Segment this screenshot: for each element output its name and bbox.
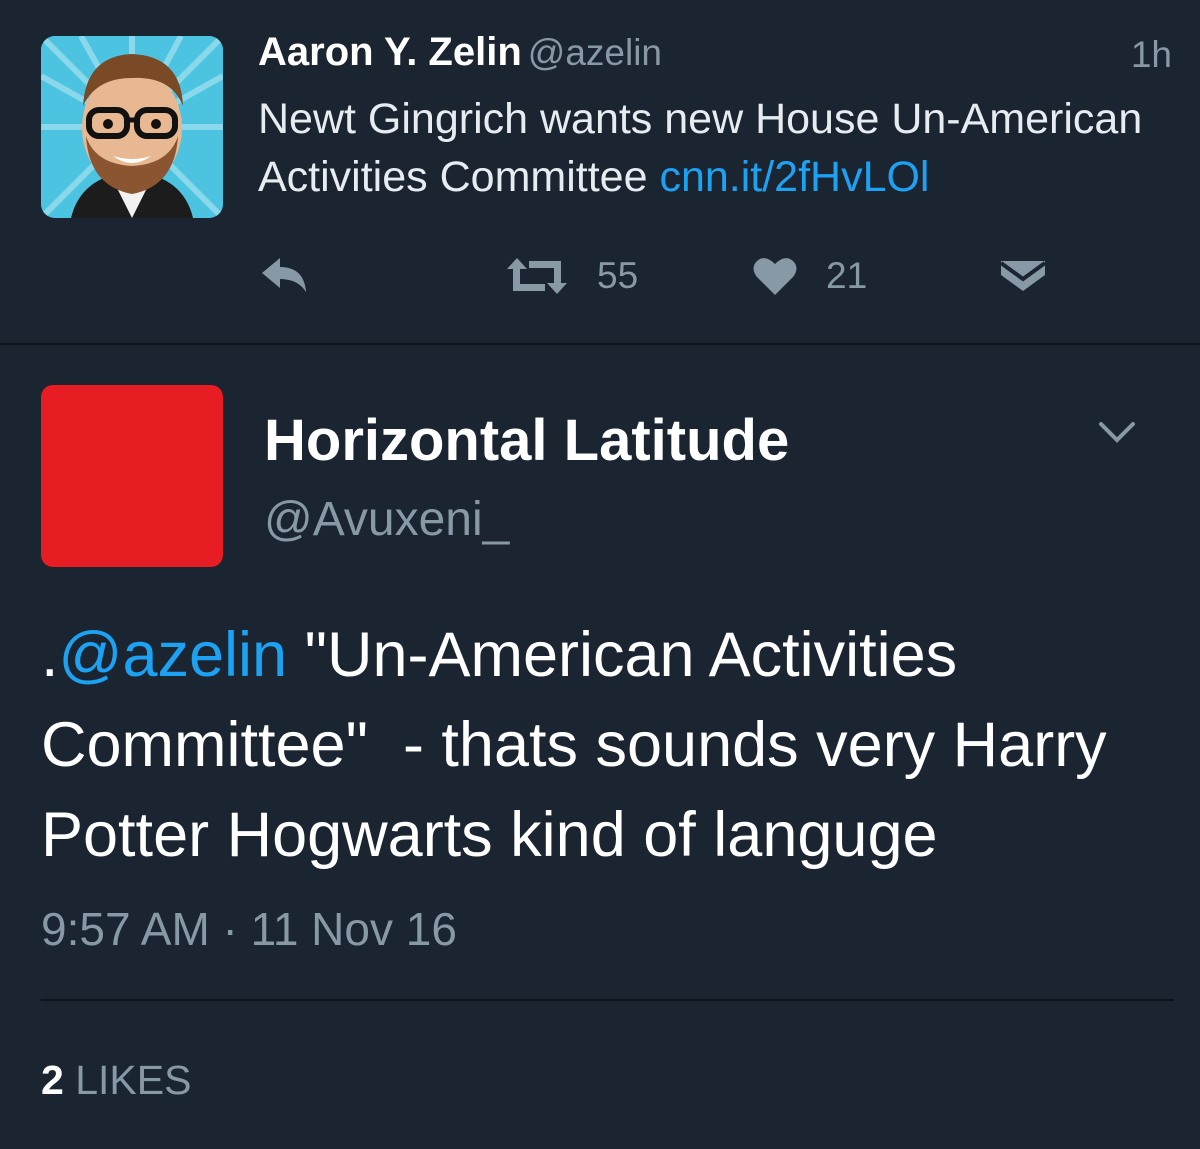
like-button[interactable]: 21 <box>752 255 867 297</box>
likes-stat[interactable]: 2 LIKES <box>41 1057 191 1104</box>
section-divider <box>0 343 1200 345</box>
chevron-down-icon <box>1099 422 1135 443</box>
author-handle[interactable]: @Avuxeni_ <box>264 492 509 547</box>
quoted-link[interactable]: cnn.it/2fHvLOl <box>659 153 929 201</box>
quoted-avatar[interactable] <box>41 36 223 218</box>
reply-button[interactable] <box>258 255 310 295</box>
likes-count: 2 <box>41 1057 64 1103</box>
stats-divider <box>41 999 1174 1001</box>
quoted-author-handle[interactable]: @azelin <box>528 32 662 73</box>
quoted-tweet-text: Newt Gingrich wants new House Un-America… <box>258 90 1168 206</box>
author-name[interactable]: Horizontal Latitude <box>264 407 789 474</box>
cartoon-avatar-image <box>41 36 223 218</box>
tweet-timestamp[interactable]: 9:57 AM · 11 Nov 16 <box>41 902 457 956</box>
envelope-icon <box>999 261 1047 291</box>
tweet-menu-button[interactable] <box>1097 420 1137 451</box>
quoted-tweet[interactable]: Aaron Y. Zelin @azelin 1h Newt Gingrich w… <box>0 0 1200 344</box>
quoted-author[interactable]: Aaron Y. Zelin @azelin <box>258 30 662 75</box>
likes-label: LIKES <box>75 1057 192 1103</box>
tweet-actions: 55 21 <box>0 255 1200 315</box>
like-count: 21 <box>826 255 868 296</box>
author-avatar[interactable] <box>41 385 223 567</box>
heart-icon <box>753 258 797 295</box>
tweet-text: .@azelin "Un-American Activities Committ… <box>41 610 1191 880</box>
reply-icon <box>262 258 306 292</box>
retweet-icon <box>507 258 567 294</box>
direct-message-button[interactable] <box>999 255 1047 295</box>
tweet-text-prefix: . <box>41 620 59 690</box>
mention-link[interactable]: @azelin <box>59 620 288 690</box>
retweet-button[interactable]: 55 <box>505 255 638 297</box>
quoted-timestamp: 1h <box>1130 34 1172 75</box>
retweet-count: 55 <box>597 255 639 296</box>
quoted-author-name[interactable]: Aaron Y. Zelin <box>258 30 522 74</box>
